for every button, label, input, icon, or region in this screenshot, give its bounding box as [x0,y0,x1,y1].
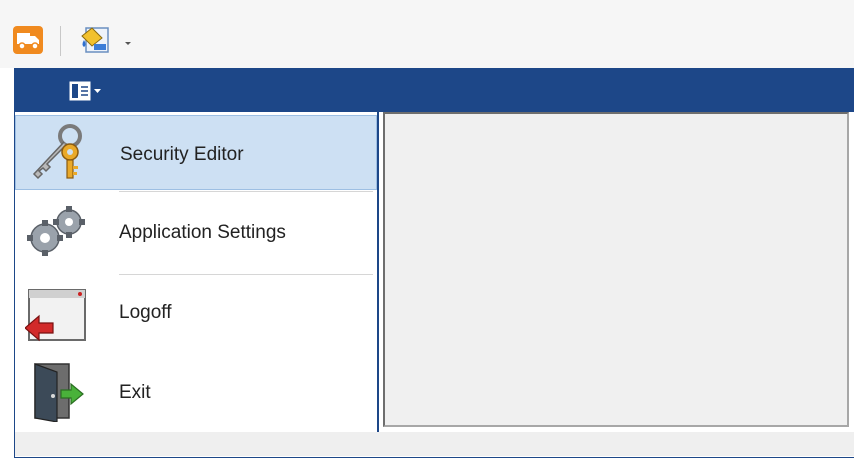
gears-icon [25,202,89,266]
nav-item-exit[interactable]: Exit [15,354,377,430]
status-bar [15,432,854,456]
nav-item-security-editor[interactable]: Security Editor [15,115,377,190]
nav-item-application-settings[interactable]: Application Settings [15,194,377,270]
nav-item-label: Application Settings [119,222,286,243]
navigation-pane: Security Editor Application Settings Log… [15,112,379,432]
paint-bucket-icon[interactable] [78,24,112,56]
toolbar-separator [60,26,61,56]
main-frame: Security Editor Application Settings Log… [14,112,854,458]
keys-icon [26,122,90,186]
divider [119,191,373,192]
navigation-pane-icon[interactable] [54,78,120,104]
quick-access-toolbar [0,0,854,68]
content-area [383,112,849,427]
divider [119,274,373,275]
logoff-window-icon [24,286,89,348]
nav-item-label: Exit [119,382,151,403]
truck-icon[interactable] [12,24,44,56]
nav-item-label: Security Editor [120,144,244,165]
dropdown-arrow-icon[interactable] [122,34,134,46]
ribbon-bar [14,68,854,112]
exit-door-icon [25,360,89,426]
nav-item-label: Logoff [119,302,172,323]
nav-item-logoff[interactable]: Logoff [15,278,377,350]
